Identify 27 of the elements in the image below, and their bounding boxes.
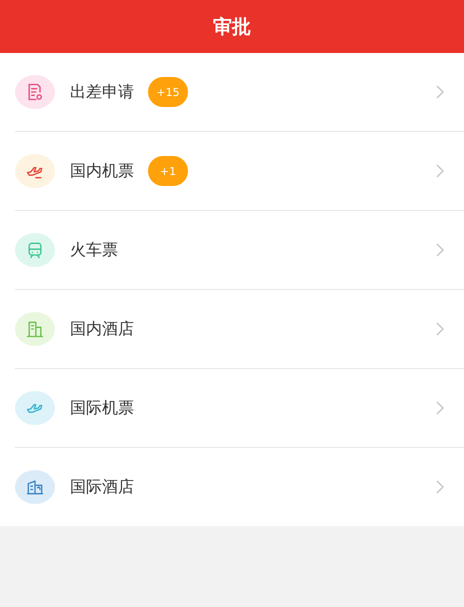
item-label: 出差申请 <box>70 82 134 102</box>
document-icon <box>15 75 55 109</box>
chevron-icon <box>436 480 444 494</box>
item-label: 国际机票 <box>70 398 134 418</box>
page-title: 审批 <box>213 14 251 40</box>
chevron-icon <box>436 243 444 257</box>
chevron-icon <box>436 85 444 99</box>
chevron-icon <box>436 322 444 336</box>
menu-item[interactable]: 出差申请 +15 <box>15 53 464 132</box>
menu-item[interactable]: 国内酒店 <box>15 290 464 369</box>
hotel-icon <box>15 470 55 504</box>
count-badge: +15 <box>148 77 188 107</box>
building-icon <box>15 312 55 346</box>
chevron-icon <box>436 401 444 415</box>
menu-item[interactable]: 国际酒店 <box>15 448 464 526</box>
airplane-icon <box>15 154 55 188</box>
menu-item[interactable]: 国际机票 <box>15 369 464 448</box>
menu-item[interactable]: 火车票 <box>15 211 464 290</box>
train-icon <box>15 233 55 267</box>
chevron-icon <box>436 164 444 178</box>
item-label: 国内机票 <box>70 160 134 182</box>
menu-item[interactable]: 国内机票 +1 <box>15 132 464 211</box>
item-label: 火车票 <box>70 240 118 260</box>
item-label: 国内酒店 <box>70 318 134 340</box>
item-label: 国际酒店 <box>70 476 134 498</box>
airplane-icon <box>15 391 55 425</box>
count-badge: +1 <box>148 156 188 186</box>
